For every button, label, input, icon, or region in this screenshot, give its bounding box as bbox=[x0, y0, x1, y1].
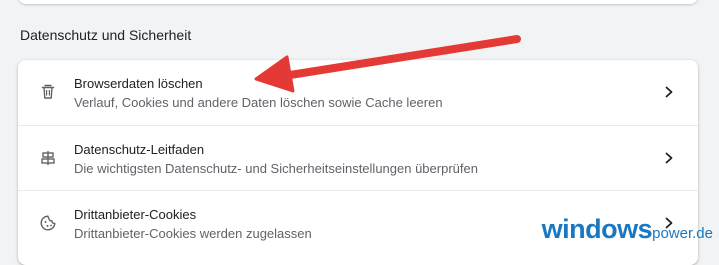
row-title: Drittanbieter-Cookies bbox=[74, 207, 197, 222]
chevron-right-icon bbox=[665, 86, 673, 98]
cookie-icon bbox=[40, 215, 56, 231]
row-subtitle: Verlauf, Cookies und andere Daten lösche… bbox=[74, 95, 443, 110]
row-title: Browserdaten löschen bbox=[74, 76, 203, 91]
chevron-right-icon bbox=[665, 152, 673, 164]
watermark-logo: windowspower.de bbox=[542, 214, 713, 245]
row-title: Datenschutz-Leitfaden bbox=[74, 142, 205, 157]
row-subtitle: Die wichtigsten Datenschutz- und Sicherh… bbox=[74, 161, 478, 176]
row-privacy-guide[interactable]: Datenschutz-Leitfaden Die wichtigsten Da… bbox=[18, 125, 698, 191]
trash-icon bbox=[41, 84, 55, 99]
section-title: Datenschutz und Sicherheit bbox=[20, 27, 192, 43]
watermark-sub: power.de bbox=[652, 225, 713, 242]
row-clear-browsing-data[interactable]: Browserdaten löschen Verlauf, Cookies un… bbox=[18, 60, 698, 125]
previous-card bbox=[18, 0, 698, 4]
watermark-main: windows bbox=[541, 214, 653, 244]
row-subtitle: Drittanbieter-Cookies werden zugelassen bbox=[74, 226, 312, 241]
privacy-guide-icon bbox=[41, 151, 55, 165]
